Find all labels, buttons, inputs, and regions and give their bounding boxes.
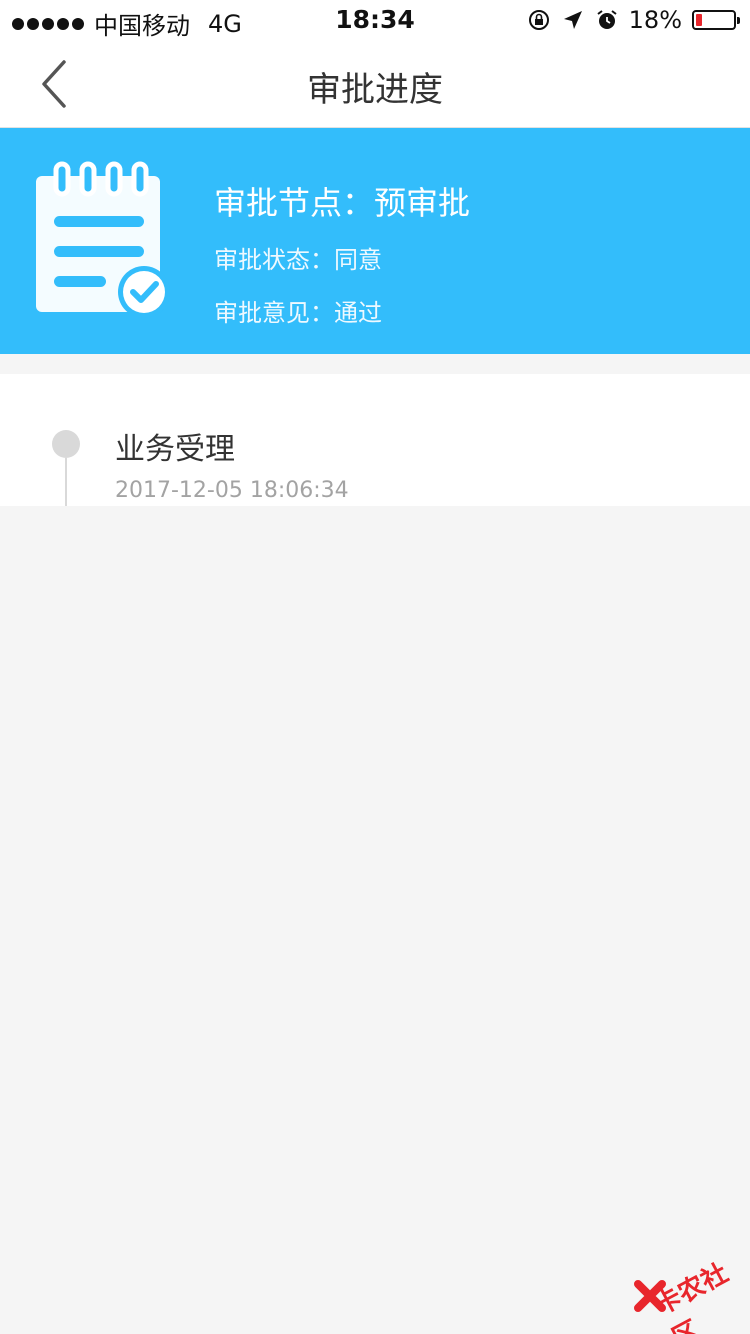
status-bar: 中国移动 4G 18:34 18% xyxy=(0,0,750,40)
watermark-logo: 卡农社区 xyxy=(632,1256,742,1334)
approval-summary-card: 审批节点：预审批 审批状态：同意 审批意见：通过 xyxy=(0,128,750,354)
approval-opinion-value: 通过 xyxy=(334,299,382,327)
orientation-lock-icon xyxy=(528,10,549,30)
approval-node-value: 预审批 xyxy=(374,184,471,222)
approval-status-value: 同意 xyxy=(334,246,382,274)
battery-icon xyxy=(692,10,740,30)
status-bar-right: 18% xyxy=(527,6,740,34)
approval-status: 审批状态：同意 xyxy=(214,240,382,275)
clipboard-check-icon xyxy=(36,161,170,318)
approval-node: 审批节点：预审批 xyxy=(214,178,470,224)
battery-level xyxy=(696,14,702,26)
approval-node-label: 审批节点： xyxy=(214,184,375,222)
watermark-text: 卡农社区 xyxy=(650,1258,734,1334)
navigation-bar: 审批进度 xyxy=(0,40,750,128)
app-screen: 中国移动 4G 18:34 18% 审批进度 审批节点：预审批 审批状态：同意 … xyxy=(0,0,750,1334)
alarm-clock-icon xyxy=(597,10,617,29)
page-title: 审批进度 xyxy=(307,70,443,110)
battery-percent: 18% xyxy=(628,6,682,34)
timeline-item-time: 2017-12-05 18:06:34 xyxy=(115,478,349,503)
approval-opinion: 审批意见：通过 xyxy=(214,293,382,328)
timeline-dot xyxy=(52,430,80,458)
timeline-connector xyxy=(65,458,67,506)
location-arrow-icon xyxy=(563,11,582,29)
approval-status-label: 审批状态： xyxy=(214,246,334,274)
timeline-item-title: 业务受理 xyxy=(115,432,235,467)
approval-timeline: 业务受理 2017-12-05 18:06:34 xyxy=(0,374,750,506)
approval-opinion-label: 审批意见： xyxy=(214,299,334,327)
